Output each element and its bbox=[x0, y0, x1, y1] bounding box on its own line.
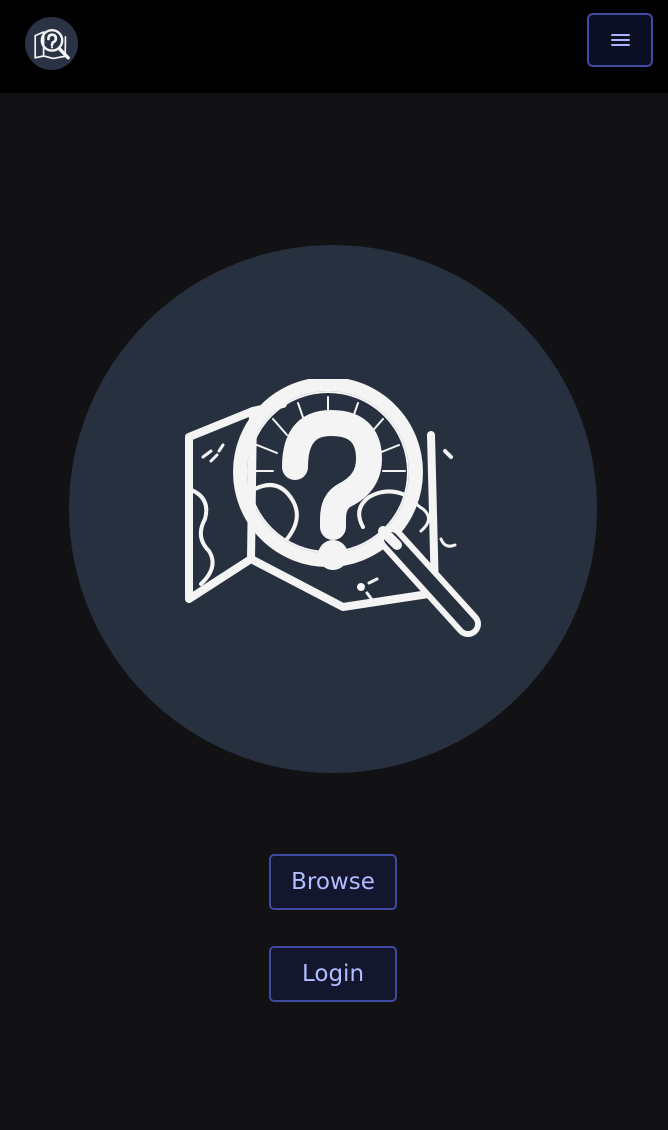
hamburger-menu-icon bbox=[610, 31, 630, 49]
map-question-magnifier-icon bbox=[185, 379, 481, 637]
login-button[interactable]: Login bbox=[269, 946, 397, 1002]
browse-button[interactable]: Browse bbox=[269, 854, 397, 910]
map-question-magnifier-icon bbox=[33, 28, 70, 59]
top-navigation-bar bbox=[0, 0, 668, 93]
site-logo[interactable] bbox=[25, 17, 78, 70]
menu-button[interactable] bbox=[587, 13, 653, 67]
hero-logo-circle bbox=[69, 245, 597, 773]
